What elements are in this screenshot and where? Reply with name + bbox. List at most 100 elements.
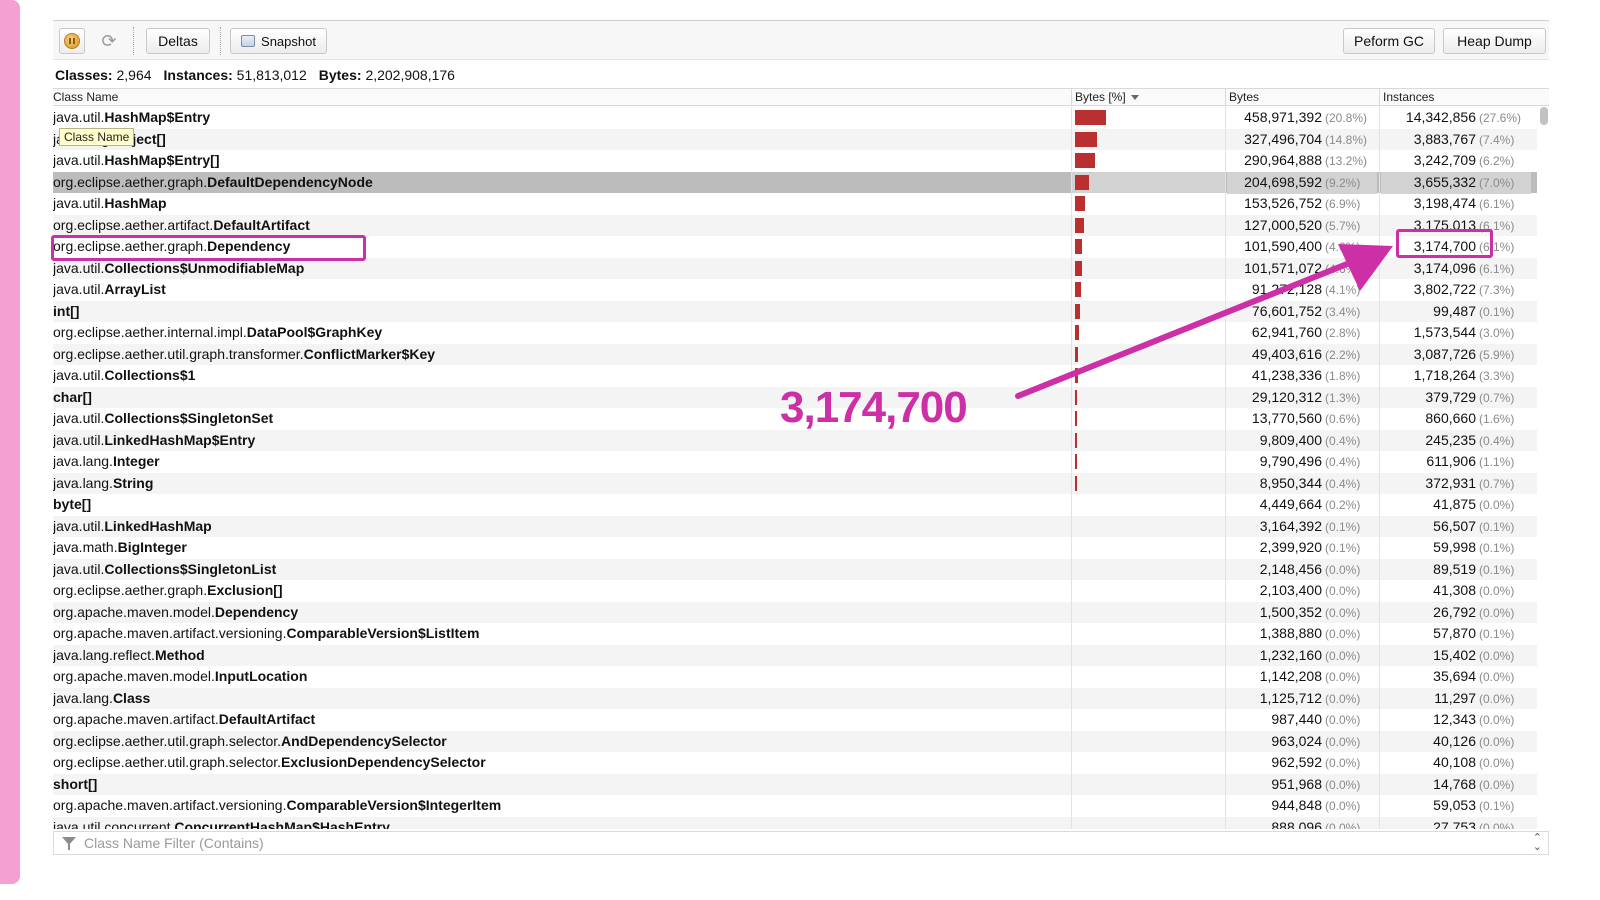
class-simple-name: ConflictMarker$Key	[303, 345, 436, 362]
bytes-value: 3,164,392	[1259, 517, 1322, 534]
scrollbar-thumb[interactable]	[1540, 107, 1548, 125]
class-name-cell: java.math.BigInteger	[53, 537, 1069, 559]
instances-percent-value: (7.4%)	[1479, 132, 1515, 147]
column-divider	[1225, 89, 1226, 106]
class-package: java.util.	[53, 517, 105, 534]
instances-value: 41,308	[1433, 582, 1476, 598]
table-row[interactable]: short[] 951,968 (0.0%) 14,768 (0.0%)	[53, 773, 1537, 795]
table-row[interactable]: org.apache.maven.artifact.DefaultArtifac…	[53, 709, 1537, 731]
bytes-value: 76,601,752	[1251, 302, 1322, 319]
column-header-bytes-pct[interactable]: Bytes [%]	[1075, 90, 1139, 104]
class-package: org.eclipse.aether.graph.	[53, 582, 208, 598]
table-row[interactable]: java.util.HashMap 153,526,752 (6.9%) 3,198,…	[53, 193, 1537, 215]
column-header-class-name[interactable]: Class Name	[53, 90, 118, 104]
table-row[interactable]: java.lang.Object[]327,496,704(14.8%)3,88…	[53, 128, 1537, 150]
table-row[interactable]: java.util.HashMap$Entry[] 290,964,888 (13.…	[53, 150, 1537, 172]
table-row[interactable]: org.eclipse.aether.util.graph.transforme…	[53, 343, 1537, 365]
instances-value: 3,198,474	[1413, 195, 1476, 211]
bytes-percent-cell	[1071, 666, 1225, 688]
bytes-value: 29,120,312	[1251, 388, 1322, 405]
table-row[interactable]: java.util.ArrayList 91,272,128 (4.1%) 3,802…	[53, 279, 1537, 301]
snapshot-button[interactable]: Snapshot	[230, 28, 327, 54]
toolbar: ⟳ Deltas Snapshot Peform GC Heap Dump	[53, 20, 1549, 60]
refresh-button[interactable]: ⟳	[96, 28, 122, 54]
class-name-cell: org.apache.maven.artifact.versioning.Com…	[53, 623, 1069, 645]
heap-dump-button[interactable]: Heap Dump	[1443, 28, 1546, 54]
class-package: org.apache.maven.artifact.versioning.	[53, 797, 287, 813]
bytes-percent-cell	[1071, 193, 1225, 215]
class-name-cell: java.util.concurrent.ConcurrentHashMap$H…	[53, 817, 1069, 830]
table-row[interactable]: java.lang.Integer 9,790,496 (0.4%) 611,906(…	[53, 451, 1537, 473]
table-row[interactable]: java.lang.reflect.Method 1,232,160 (0.0%) 1…	[53, 644, 1537, 666]
table-row[interactable]: java.lang.String 8,950,344 (0.4%) 372,931 (0…	[53, 472, 1537, 496]
table-row[interactable]: org.apache.maven.model.InputLocation 1,14…	[53, 666, 1537, 688]
instances-cell: 379,729 (0.7%)	[1381, 387, 1531, 410]
bytes-percent-value: (0.1%)	[1325, 541, 1361, 555]
instances-cell: 3,242,709 (6.2%)	[1381, 150, 1531, 173]
table-row[interactable]: java.util.HashMap$Entry 458,971,392 (20.8%…	[53, 107, 1537, 129]
instances-cell: 40,126 (0.0%)	[1381, 731, 1531, 754]
table-row[interactable]: int[] 76,601,752 (3.4%) 99,487 (0.1%)	[53, 300, 1537, 322]
table-row[interactable]: java.util.LinkedHashMap 3,164,392 (0.1%) 56…	[53, 515, 1537, 537]
bytes-cell: 944,848 (0.0%)	[1227, 795, 1377, 818]
table-row[interactable]: org.apache.maven.model.Dependency 1,500,3…	[53, 601, 1537, 625]
bytes-percent-cell	[1071, 709, 1225, 731]
bytes-percent-value: (0.4%)	[1325, 433, 1361, 448]
bytes-percent-bar	[1075, 282, 1082, 297]
table-row[interactable]: org.eclipse.aether.util.graph.selector.E…	[53, 752, 1537, 774]
bytes-percent-value: (0.0%)	[1325, 584, 1361, 598]
instances-value: 14,768	[1433, 775, 1476, 792]
filter-icon	[62, 836, 76, 850]
pause-icon	[64, 33, 80, 49]
column-header-instances[interactable]: Instances	[1383, 90, 1434, 104]
bytes-percent-cell	[1071, 473, 1225, 495]
bytes-percent-value: (20.8%)	[1325, 111, 1368, 125]
class-package: org.apache.maven.model.	[53, 668, 215, 684]
bytes-cell: 1,500,352 (0.0%)	[1227, 602, 1377, 625]
table-row[interactable]: org.eclipse.aether.util.graph.selector.A…	[53, 730, 1537, 754]
sort-descending-icon	[1130, 95, 1139, 101]
deltas-button[interactable]: Deltas	[146, 28, 210, 54]
bytes-value: 1,500,352	[1259, 603, 1322, 620]
class-simple-name: DataPool$GraphKey	[246, 324, 383, 340]
table-row[interactable]: org.eclipse.aether.artifact.DefaultArtif…	[53, 214, 1537, 236]
column-divider	[1379, 89, 1380, 106]
snapshot-label: Snapshot	[261, 33, 316, 49]
table-row[interactable]: org.eclipse.aether.graph.Exclusion[] 2,10…	[53, 580, 1537, 602]
pause-button[interactable]	[59, 28, 85, 54]
instances-percent-value: (0.0%)	[1479, 670, 1515, 684]
table-row[interactable]: org.apache.maven.artifact.versioning.Com…	[53, 795, 1537, 817]
bytes-cell: 458,971,392 (20.8%)	[1227, 107, 1377, 130]
chevron-up-down-icon[interactable]: ⌃ ⌄	[1533, 833, 1542, 853]
table-row[interactable]: byte[] 4,449,664 (0.2%) 41,875 (0.0%)	[53, 494, 1537, 516]
class-simple-name: Collections$UnmodifiableMap	[104, 259, 305, 276]
instances-percent-value: (3.3%)	[1479, 369, 1515, 383]
bytes-cell: 290,964,888 (13.2%)	[1227, 150, 1377, 173]
table-row[interactable]: org.eclipse.aether.graph.DefaultDependen…	[53, 171, 1537, 194]
instances-cell: 372,931 (0.7%)	[1381, 473, 1531, 496]
table-row[interactable]: org.apache.maven.artifact.versioning.Com…	[53, 623, 1537, 645]
column-header-bytes[interactable]: Bytes	[1229, 90, 1259, 104]
bytes-cell: 4,449,664 (0.2%)	[1227, 494, 1377, 517]
bytes-percent-value: (0.2%)	[1325, 498, 1361, 512]
vertical-scrollbar[interactable]	[1539, 107, 1549, 829]
class-simple-name: ComparableVersion$IntegerItem	[286, 797, 502, 813]
bytes-percent-bar	[1075, 196, 1086, 211]
bytes-percent-value: (0.6%)	[1325, 412, 1361, 426]
table-row[interactable]: java.lang.Class 1,125,712 (0.0%) 11,297 (0.0…	[53, 687, 1537, 709]
table-row[interactable]: org.eclipse.aether.internal.impl.DataPoo…	[53, 322, 1537, 344]
instances-percent-value: (0.0%)	[1479, 584, 1515, 598]
class-name-cell: java.util.HashMap	[53, 193, 1069, 215]
class-package: org.eclipse.aether.util.graph.transforme…	[53, 345, 304, 362]
instances-cell: 26,792 (0.0%)	[1381, 602, 1531, 625]
table-row[interactable]: java.util.Collections$SingletonList 2,148…	[53, 558, 1537, 580]
bytes-percent-value: (0.1%)	[1325, 519, 1361, 534]
table-row[interactable]: java.util.concurrent.ConcurrentHashMap$H…	[53, 816, 1537, 830]
class-name-filter-input[interactable]	[84, 832, 1504, 854]
table-row[interactable]: java.math.BigInteger 2,399,920 (0.1%) 59,99…	[53, 537, 1537, 559]
perform-gc-button[interactable]: Peform GC	[1343, 28, 1435, 54]
class-name-cell: org.eclipse.aether.internal.impl.DataPoo…	[53, 322, 1069, 344]
bytes-value: 290,964,888	[1244, 152, 1322, 168]
bytes-percent-bar	[1075, 475, 1077, 491]
refresh-icon: ⟳	[101, 31, 117, 51]
